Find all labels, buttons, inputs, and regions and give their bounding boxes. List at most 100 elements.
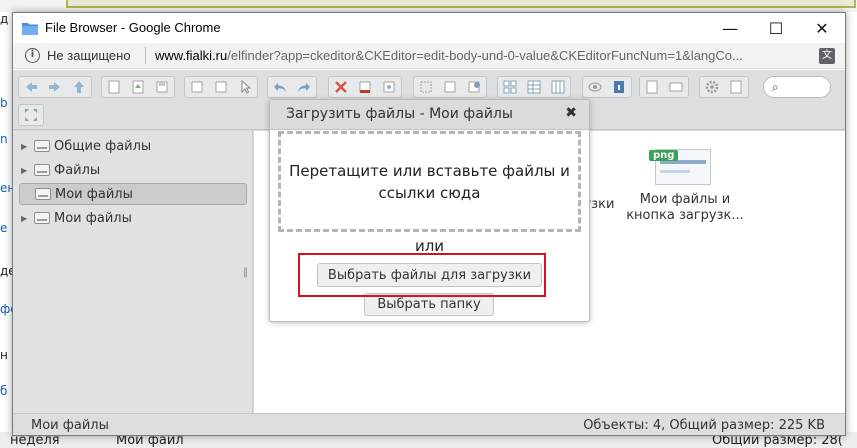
download-button[interactable] [209, 77, 233, 97]
help-button[interactable] [724, 77, 748, 97]
save-icon [156, 81, 168, 93]
new-folder-button[interactable] [102, 77, 126, 97]
preview-button[interactable] [583, 77, 607, 97]
drive-icon [34, 212, 50, 224]
undo-button[interactable] [268, 77, 292, 97]
url-path: /elfinder?app=ckeditor&CKEditor=edit-bod… [227, 48, 743, 63]
maximize-button[interactable]: ☐ [753, 13, 799, 43]
rename-button[interactable] [414, 77, 438, 97]
folder-summary: Объекты: 4, Общий размер: 225 KB [583, 418, 825, 433]
title-bar[interactable]: File Browser - Google Chrome — ☐ ✕ [13, 13, 845, 43]
close-window-button[interactable]: ✕ [799, 13, 845, 43]
address-bar[interactable]: i Не защищено www.fialki.ru/elfinder?app… [13, 43, 845, 69]
archive-icon [444, 81, 456, 93]
tree-item-label: Мои файлы [54, 210, 132, 226]
cursor-icon [241, 79, 252, 94]
background-text-fragment: н [0, 348, 8, 362]
help-icon [730, 80, 742, 94]
grid-icon [503, 80, 517, 94]
sort-button[interactable] [640, 77, 664, 97]
background-link-fragment: b [0, 96, 8, 110]
list-view-button[interactable] [522, 77, 546, 97]
columns-view-button[interactable] [546, 77, 570, 97]
delete-button[interactable] [329, 77, 353, 97]
security-label[interactable]: Не защищено [47, 48, 131, 63]
url-field[interactable]: www.fialki.ru/elfinder?app=ckeditor&CKEd… [155, 48, 815, 63]
delete-icon [335, 81, 347, 93]
fullscreen-icon [25, 109, 37, 121]
highlight-box [298, 253, 546, 297]
extract-button[interactable] [462, 77, 486, 97]
archive-button[interactable] [438, 77, 462, 97]
translate-icon[interactable]: 文 [819, 48, 835, 64]
up-button[interactable] [67, 77, 91, 97]
tree-item-my-files[interactable]: Мои файлы [19, 183, 247, 205]
background-text-fragment: д [0, 12, 9, 26]
drive-icon [34, 140, 50, 152]
search-input[interactable]: ⌕ [763, 76, 831, 98]
download-icon [215, 81, 227, 93]
paste-button[interactable] [377, 77, 401, 97]
tree-item-my-files-2[interactable]: ▶ Мои файлы [19, 207, 247, 229]
history-group [18, 76, 92, 98]
info-button[interactable] [607, 77, 631, 97]
folder-tree: ▶ Общие файлы ▶ Файлы Мои файлы ▶ Мои фа… [13, 131, 253, 413]
open-icon [191, 81, 203, 93]
gear-icon [705, 80, 719, 94]
drive-icon [35, 188, 51, 200]
info-group [582, 76, 632, 98]
tree-item-files[interactable]: ▶ Файлы [19, 159, 247, 181]
arrow-left-icon [26, 82, 37, 92]
expand-arrow-icon[interactable]: ▶ [21, 142, 31, 151]
window-title: File Browser - Google Chrome [45, 20, 221, 35]
close-dialog-button[interactable]: ✖ [565, 105, 577, 121]
tree-item-label: Файлы [54, 162, 101, 178]
address-divider [145, 47, 146, 64]
expand-arrow-icon[interactable]: ▶ [21, 214, 31, 223]
list-icon [527, 80, 541, 94]
panel-resize-handle[interactable]: ‖ [243, 267, 248, 278]
icons-view-button[interactable] [498, 77, 522, 97]
tree-item-label: Мои файлы [55, 186, 133, 202]
redo-button[interactable] [292, 77, 316, 97]
fullscreen-button[interactable] [18, 104, 44, 126]
status-bar: Мои файлы Объекты: 4, Общий размер: 225 … [13, 413, 845, 435]
expand-arrow-icon[interactable]: ▶ [21, 166, 31, 175]
file-item-my-files-upload-button[interactable]: Мои файлы и кнопка загрузк... [625, 192, 745, 224]
file-group [101, 76, 175, 98]
search-icon: ⌕ [772, 80, 779, 94]
undo-group [267, 76, 317, 98]
current-folder-label: Мои файлы [31, 418, 109, 433]
dialog-title-bar[interactable]: Загрузить файлы - Мои файлы ✖ [270, 100, 589, 130]
info-file-icon [614, 81, 624, 93]
tree-item-shared-files[interactable]: ▶ Общие файлы [19, 135, 247, 157]
background-editor-frame [66, 0, 856, 8]
select-all-button[interactable] [664, 77, 688, 97]
drop-zone[interactable]: Перетащите или вставьте файлы и ссылки с… [278, 131, 581, 232]
dialog-title: Загрузить файлы - Мои файлы [286, 106, 513, 122]
select-button[interactable] [233, 77, 257, 97]
minimize-button[interactable]: — [707, 13, 753, 43]
upload-button[interactable] [126, 77, 150, 97]
background-link-fragment: n [0, 132, 8, 146]
rename-icon [420, 81, 432, 93]
save-button[interactable] [150, 77, 174, 97]
arrow-up-icon [74, 81, 84, 93]
open-button[interactable] [185, 77, 209, 97]
back-button[interactable] [19, 77, 43, 97]
tree-item-label: Общие файлы [54, 138, 152, 154]
redo-icon [298, 83, 310, 92]
settings-button[interactable] [700, 77, 724, 97]
forward-button[interactable] [43, 77, 67, 97]
url-host: www.fialki.ru [155, 48, 228, 63]
undo-icon [274, 83, 286, 92]
info-icon[interactable]: i [25, 48, 40, 63]
view-group [497, 76, 571, 98]
folder-icon [22, 23, 38, 35]
copy-icon [359, 81, 371, 93]
settings-group [699, 76, 749, 98]
background-link-fragment: б [0, 384, 8, 398]
extra-group [639, 76, 689, 98]
file-browser-window: File Browser - Google Chrome — ☐ ✕ i Не … [12, 12, 846, 436]
copy-button[interactable] [353, 77, 377, 97]
